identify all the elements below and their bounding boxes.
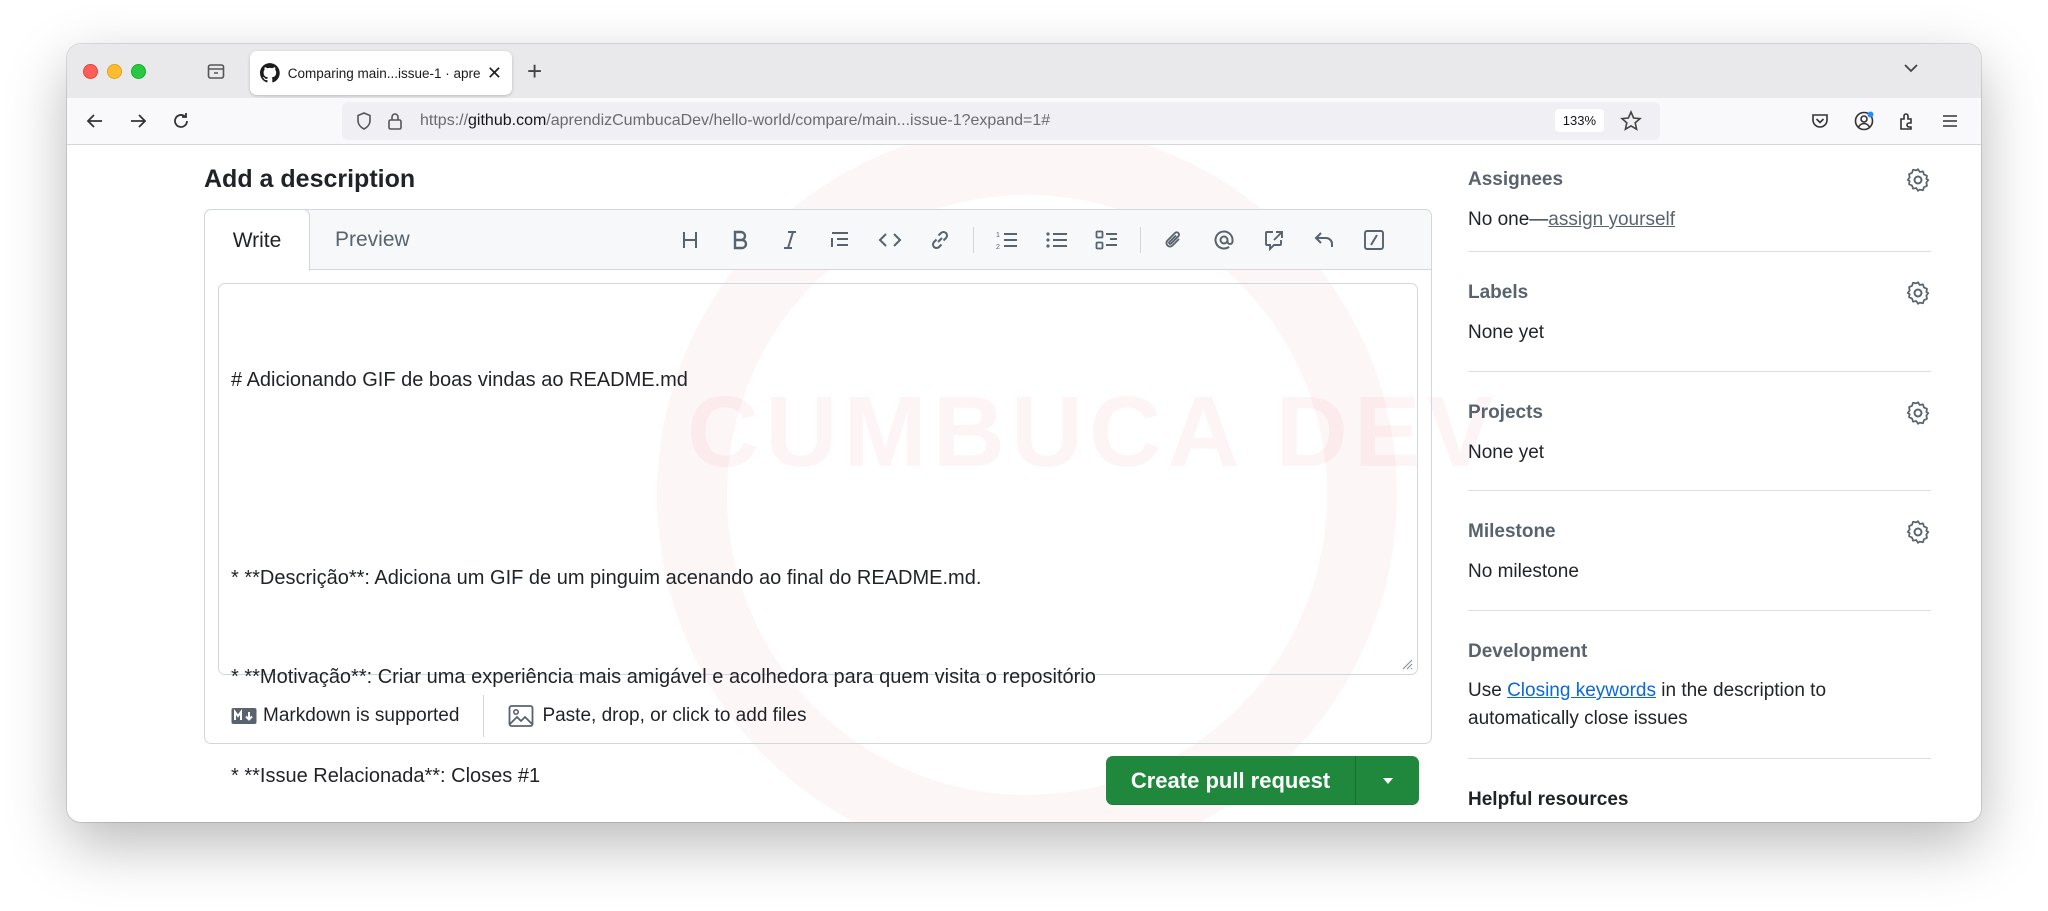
close-tab-icon[interactable]: ✕ [487,64,502,82]
textarea-line [231,463,1405,496]
pocket-icon[interactable] [1807,108,1833,134]
textarea-line: * **Descrição**: Adiciona um GIF de um p… [231,567,982,589]
link-icon[interactable] [915,224,965,256]
heading-icon[interactable] [665,224,715,256]
markdown-supported-text: Markdown is supported [263,705,460,726]
footer-divider [483,695,485,737]
back-arrow-icon[interactable] [82,108,108,134]
projects-section: Projects None yet [1468,372,1931,491]
tab-list-chevron-icon[interactable] [1901,58,1921,83]
code-icon[interactable] [865,224,915,256]
tab-preview[interactable]: Preview [335,228,410,252]
cross-reference-icon[interactable] [1249,224,1299,256]
toolbar-divider [973,227,974,253]
create-pull-request-button[interactable]: Create pull request [1106,756,1419,805]
markdown-supported-link[interactable]: Markdown is supported [231,705,459,727]
svg-text:1: 1 [996,232,1000,239]
gear-icon[interactable] [1905,167,1931,193]
projects-title[interactable]: Projects [1468,402,1543,424]
extensions-icon[interactable] [1894,108,1920,134]
development-section: Development Use Closing keywords in the … [1468,611,1931,759]
mention-icon[interactable] [1199,224,1249,256]
gear-icon[interactable] [1905,519,1931,545]
description-textarea[interactable]: # Adicionando GIF de boas vindas ao READ… [218,283,1418,787]
svg-text:2: 2 [996,244,1000,251]
lock-icon[interactable] [386,111,404,131]
minimize-window-button[interactable] [107,64,122,79]
browser-tab-active[interactable]: Comparing main...issue-1 · aprendizCumbu… [250,51,512,95]
account-icon[interactable] [1851,108,1877,134]
ordered-list-icon[interactable]: 12 [982,224,1032,256]
bookmark-star-icon[interactable] [1620,110,1642,132]
milestone-title[interactable]: Milestone [1468,521,1556,543]
italic-icon[interactable] [765,224,815,256]
assignees-value: No one—assign yourself [1468,209,1675,231]
url-text[interactable]: https://github.com/aprendizCumbucaDev/he… [420,112,1050,130]
zoom-indicator[interactable]: 133% [1554,109,1604,132]
tab-strip: Comparing main...issue-1 · aprendizCumbu… [67,44,1981,98]
shield-icon[interactable] [354,111,374,131]
textarea-line: # Adicionando GIF de boas vindas ao READ… [231,369,688,391]
bold-icon[interactable] [715,224,765,256]
development-text: Use Closing keywords in the description … [1468,677,1888,733]
reload-icon[interactable] [168,108,194,134]
image-icon [509,705,534,727]
unordered-list-icon[interactable] [1032,224,1082,256]
development-text-before: Use [1468,680,1508,701]
paperclip-icon[interactable] [1149,224,1199,256]
gear-icon[interactable] [1905,280,1931,306]
tab-overview-icon[interactable] [203,58,229,84]
closing-keywords-link[interactable]: Closing keywords [1507,680,1656,701]
editor-header: Write Preview 1 2 [204,209,1431,271]
assign-yourself-link[interactable]: assign yourself [1548,209,1675,230]
helpful-resources-heading: Helpful resources [1468,789,1629,810]
maximize-window-button[interactable] [131,64,146,79]
editor-footer: Markdown is supported Paste, drop, or cl… [205,688,1431,744]
tab-write[interactable]: Write [204,209,310,271]
assignees-section: Assignees No one—assign yourself [1468,145,1931,252]
forward-arrow-icon[interactable] [125,108,151,134]
description-heading: Add a description [204,165,416,193]
projects-value: None yet [1468,442,1545,463]
tab-title: Comparing main...issue-1 · aprendizCumbu… [287,65,481,81]
attach-files-text: Paste, drop, or click to add files [542,705,807,726]
milestone-section: Milestone No milestone [1468,491,1931,611]
task-list-icon[interactable] [1082,224,1132,256]
url-bar[interactable]: https://github.com/aprendizCumbucaDev/he… [342,102,1660,140]
create-pull-request-label[interactable]: Create pull request [1106,756,1356,805]
create-pr-dropdown-caret-icon[interactable] [1356,756,1419,805]
assignees-prefix: No one— [1468,209,1549,230]
menu-icon[interactable] [1937,108,1963,134]
labels-section: Labels None yet [1468,252,1931,372]
reply-icon[interactable] [1299,224,1349,256]
milestone-value: No milestone [1468,561,1579,582]
resize-handle-icon[interactable] [1399,656,1413,670]
toolbar-divider [1140,227,1141,253]
slash-command-icon[interactable] [1349,224,1399,256]
close-window-button[interactable] [83,64,98,79]
github-icon [260,63,280,83]
nav-toolbar: https://github.com/aprendizCumbucaDev/he… [67,98,1981,145]
labels-title[interactable]: Labels [1468,282,1528,304]
quote-icon[interactable] [815,224,865,256]
markdown-toolbar: 12 [665,224,1399,256]
page-content: CUMBUCA DEV Add a description Write Prev… [67,145,1981,822]
labels-value: None yet [1468,322,1545,343]
browser-window: Comparing main...issue-1 · aprendizCumbu… [67,44,1981,822]
gear-icon[interactable] [1905,400,1931,426]
markdown-icon [231,708,257,724]
new-tab-button[interactable]: + [527,56,542,87]
comment-editor: Write Preview 1 2 # Adicionando GIF de b… [204,209,1432,787]
attach-files-button[interactable]: Paste, drop, or click to add files [508,704,806,728]
assignees-title[interactable]: Assignees [1468,169,1563,191]
development-title: Development [1468,641,1588,662]
